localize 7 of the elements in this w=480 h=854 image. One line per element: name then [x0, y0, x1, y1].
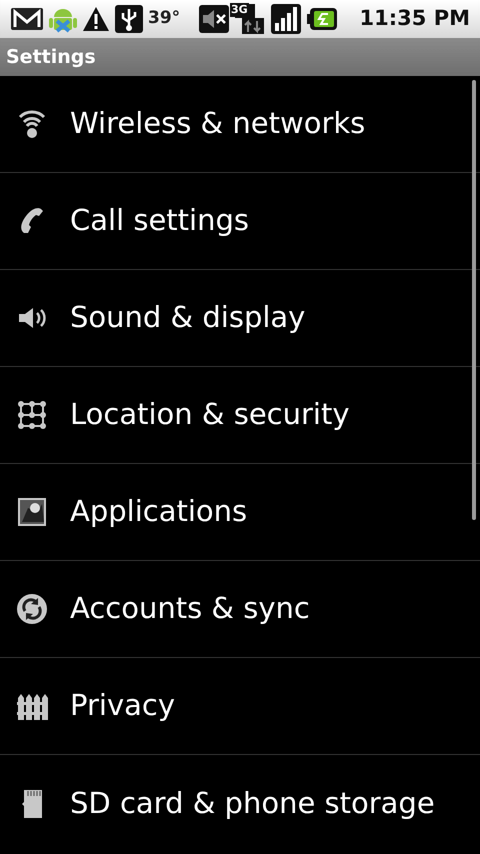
temperature: 39° [148, 7, 182, 30]
settings-item[interactable]: Privacy [0, 658, 480, 755]
network-type: 3G [230, 3, 249, 17]
settings-item[interactable]: SD card & phone storage [0, 755, 480, 852]
clock: 11:35 PM [360, 5, 470, 32]
screen-title: Settings [6, 44, 96, 70]
settings-item[interactable]: Accounts & sync [0, 561, 480, 658]
